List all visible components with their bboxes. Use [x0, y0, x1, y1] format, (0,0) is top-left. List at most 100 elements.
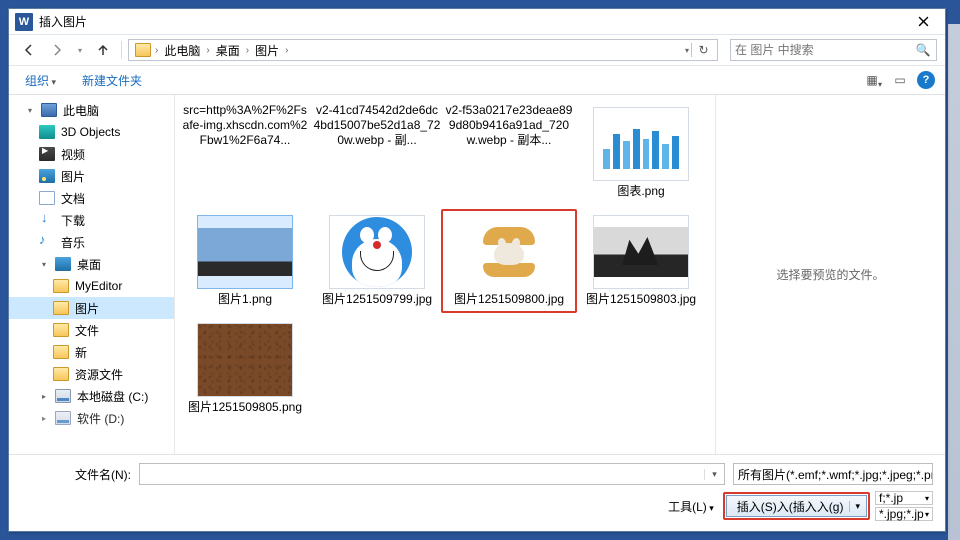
aux-dropdown[interactable]: f;*.jp▾ — [875, 491, 933, 505]
expander-icon[interactable]: ▾ — [25, 106, 35, 115]
tree-documents[interactable]: 文档 — [9, 187, 174, 209]
desktop-icon — [55, 257, 71, 271]
arrow-up-icon — [96, 43, 110, 57]
breadcrumb-segment[interactable]: 图片 — [251, 42, 283, 59]
file-list[interactable]: src=http%3A%2F%2Fsafe-img.xhscdn.com%2Fb… — [175, 95, 715, 454]
folder-icon — [53, 323, 69, 337]
chevron-down-icon[interactable]: ▾ — [704, 469, 724, 480]
filename-combobox[interactable]: ▾ — [139, 463, 725, 485]
tree-pictures-folder[interactable]: 图片 — [9, 297, 174, 319]
tree-label: 文档 — [61, 190, 85, 207]
close-button[interactable] — [901, 9, 945, 34]
filename-input[interactable] — [140, 467, 704, 481]
preview-pane-icon: ▭ — [894, 73, 905, 87]
chevron-right-icon[interactable]: › — [244, 45, 251, 56]
file-label: v2-f53a0217e23deae899d80b9416a91ad_720w.… — [445, 103, 573, 148]
file-label: 图片1251509800.jpg — [454, 292, 564, 307]
tree-label: MyEditor — [75, 279, 122, 293]
file-item[interactable]: v2-f53a0217e23deae899d80b9416a91ad_720w.… — [443, 103, 575, 203]
insert-button-label: 插入(S)入(插入入(g) — [737, 498, 844, 515]
help-button[interactable]: ? — [917, 71, 935, 89]
chevron-down-icon[interactable]: ▾ — [683, 46, 691, 55]
tree-videos[interactable]: 视频 — [9, 143, 174, 165]
up-button[interactable] — [91, 38, 115, 62]
expander-icon[interactable]: ▸ — [39, 392, 49, 401]
search-box[interactable]: 🔍 — [730, 39, 937, 61]
back-button[interactable] — [17, 38, 41, 62]
tree-downloads[interactable]: 下载 — [9, 209, 174, 231]
expander-icon[interactable]: ▾ — [39, 260, 49, 269]
tree-pictures[interactable]: 图片 — [9, 165, 174, 187]
tree-3d-objects[interactable]: 3D Objects — [9, 121, 174, 143]
video-icon — [39, 147, 55, 161]
tree-music[interactable]: 音乐 — [9, 231, 174, 253]
cube-icon — [39, 125, 55, 139]
tree-resources[interactable]: 资源文件 — [9, 363, 174, 385]
aux-dropdown[interactable]: *.jpg;*.jp▾ — [875, 507, 933, 521]
file-label: 图片1.png — [218, 292, 272, 307]
download-icon — [39, 213, 55, 227]
chevron-right-icon[interactable]: › — [283, 45, 290, 56]
file-item[interactable]: src=http%3A%2F%2Fsafe-img.xhscdn.com%2Fb… — [179, 103, 311, 203]
tree-label: 新 — [75, 344, 87, 361]
tree-new-folder[interactable]: 新 — [9, 341, 174, 363]
file-label: v2-41cd74542d2de6dc4bd15007be52d1a8_720w… — [313, 103, 441, 148]
preview-pane: 选择要预览的文件。 — [715, 95, 945, 454]
word-app-icon: W — [15, 13, 33, 31]
document-icon — [39, 191, 55, 205]
chevron-down-icon[interactable]: ▾ — [849, 501, 860, 512]
file-item[interactable]: 图片1251509803.jpg — [575, 211, 707, 311]
new-folder-button[interactable]: 新建文件夹 — [76, 69, 148, 92]
chevron-right-icon[interactable]: › — [153, 45, 160, 56]
tree-local-disk[interactable]: ▸ 本地磁盘 (C:) — [9, 385, 174, 407]
filetype-combobox[interactable]: 所有图片(*.emf;*.wmf;*.jpg;*.jpeg;*.png;...)… — [733, 463, 933, 485]
tree-label: 文件 — [75, 322, 99, 339]
tree-label: 图片 — [61, 168, 85, 185]
tree-this-pc[interactable]: ▾此电脑 — [9, 99, 174, 121]
chevron-right-icon[interactable]: › — [204, 45, 211, 56]
folder-icon — [135, 43, 151, 57]
folder-icon — [53, 367, 69, 381]
arrow-right-icon — [50, 43, 64, 57]
file-item[interactable]: 图片1251509800.jpg — [443, 211, 575, 311]
insert-split-button[interactable]: 插入(S)入(插入入(g) ▾ — [726, 495, 867, 517]
tools-button[interactable]: 工具(L) — [664, 496, 718, 517]
file-label: 图片1251509803.jpg — [586, 292, 696, 307]
folder-icon — [53, 301, 69, 315]
file-label: 图片1251509799.jpg — [322, 292, 432, 307]
toolbar: 组织 新建文件夹 ▦ ▭ ? — [9, 65, 945, 95]
file-item[interactable]: 图片1251509805.png — [179, 319, 311, 419]
search-input[interactable] — [735, 43, 914, 57]
preview-placeholder: 选择要预览的文件。 — [776, 266, 884, 283]
folder-tree[interactable]: ▾此电脑 3D Objects 视频 图片 文档 下载 音乐 ▾桌面 MyEdi… — [9, 95, 175, 454]
organize-button[interactable]: 组织 — [19, 69, 62, 92]
search-icon[interactable]: 🔍 — [914, 43, 932, 57]
tree-label: 软件 (D:) — [77, 410, 124, 427]
file-item[interactable]: 图片1251509799.jpg — [311, 211, 443, 311]
grid-view-icon: ▦ — [866, 73, 877, 87]
tree-label: 下载 — [61, 212, 85, 229]
navigation-bar: ▾ › 此电脑 › 桌面 › 图片 › ▾ ↻ 🔍 — [9, 35, 945, 65]
file-item[interactable]: v2-41cd74542d2de6dc4bd15007be52d1a8_720w… — [311, 103, 443, 203]
tree-label: 图片 — [75, 300, 99, 317]
disk-icon — [55, 389, 71, 403]
breadcrumb[interactable]: › 此电脑 › 桌面 › 图片 › ▾ ↻ — [128, 39, 718, 61]
tree-files-folder[interactable]: 文件 — [9, 319, 174, 341]
preview-pane-button[interactable]: ▭ — [889, 70, 911, 90]
file-item[interactable]: 图片1.png — [179, 211, 311, 311]
tree-partial[interactable]: ▸软件 (D:) — [9, 407, 174, 429]
breadcrumb-segment[interactable]: 桌面 — [212, 42, 244, 59]
tree-desktop[interactable]: ▾桌面 — [9, 253, 174, 275]
close-icon — [918, 16, 929, 27]
tree-label: 本地磁盘 (C:) — [77, 388, 148, 405]
tree-myeditor[interactable]: MyEditor — [9, 275, 174, 297]
breadcrumb-segment[interactable]: 此电脑 — [160, 42, 204, 59]
recent-locations-button[interactable]: ▾ — [73, 38, 87, 62]
refresh-button[interactable]: ↻ — [691, 43, 715, 57]
tree-label: 3D Objects — [61, 125, 120, 139]
view-mode-button[interactable]: ▦ — [861, 70, 883, 90]
dialog-footer: 文件名(N): ▾ 所有图片(*.emf;*.wmf;*.jpg;*.jpeg;… — [9, 454, 945, 531]
file-item[interactable]: 图表.png — [575, 103, 707, 203]
folder-icon — [53, 345, 69, 359]
tree-label: 视频 — [61, 146, 85, 163]
